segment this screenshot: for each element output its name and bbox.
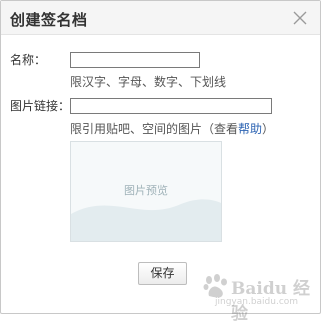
image-link-input[interactable] bbox=[70, 98, 272, 114]
dialog-titlebar: 创建签名档 bbox=[1, 1, 320, 35]
image-link-hint: 限引用贴吧、空间的图片（查看帮助） bbox=[70, 120, 274, 137]
name-label: 名称： bbox=[10, 53, 47, 67]
preview-text: 图片预览 bbox=[124, 184, 168, 197]
image-link-hint-end: ） bbox=[262, 122, 275, 136]
save-button[interactable]: 保存 bbox=[138, 262, 187, 285]
create-signature-dialog: 创建签名档 名称： 限汉字、字母、数字、下划线 图片链接： 限引用贴吧、空间的图… bbox=[0, 0, 321, 314]
watermark-url: jingyan.baidu.com bbox=[215, 297, 299, 307]
dialog-title: 创建签名档 bbox=[10, 11, 88, 29]
close-icon[interactable] bbox=[292, 10, 308, 26]
baidu-paw-icon bbox=[203, 274, 227, 298]
name-input[interactable] bbox=[70, 52, 200, 68]
image-preview-box: 图片预览 bbox=[70, 141, 222, 242]
name-hint: 限汉字、字母、数字、下划线 bbox=[70, 75, 227, 89]
baidu-jingyan-watermark: Baidu 经验 jingyan.baidu.com bbox=[199, 272, 317, 324]
image-link-label: 图片链接： bbox=[10, 99, 71, 113]
help-link[interactable]: 帮助 bbox=[238, 122, 262, 136]
image-link-hint-text: 限引用贴吧、空间的图片（查看 bbox=[70, 122, 239, 136]
